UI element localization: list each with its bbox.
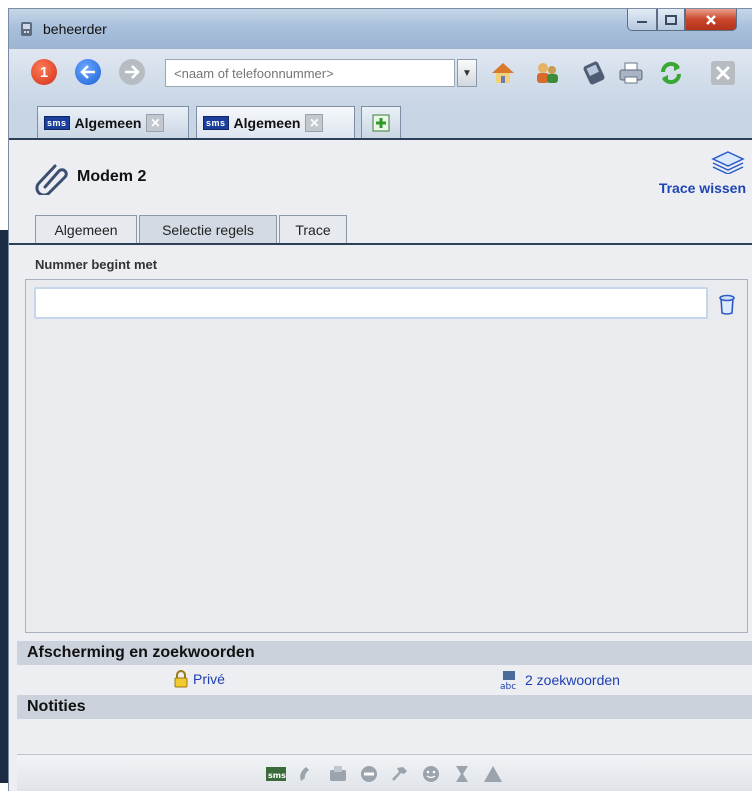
- new-tab-button[interactable]: [361, 106, 401, 138]
- window-title: beheerder: [43, 21, 107, 37]
- svg-text:sms: sms: [268, 771, 286, 780]
- sms-badge-icon: sms: [44, 115, 70, 130]
- close-tab-button[interactable]: [709, 59, 737, 87]
- call-icon[interactable]: [296, 763, 318, 785]
- notities-area[interactable]: [17, 727, 752, 754]
- doc-tab-label: Algemeen: [233, 114, 301, 131]
- alert-button[interactable]: 1: [31, 59, 57, 85]
- zoekwoorden-link[interactable]: abc 2 zoekwoorden: [499, 670, 620, 690]
- forward-button[interactable]: [119, 59, 145, 85]
- back-arrow-icon: [80, 65, 95, 79]
- print-icon: [619, 62, 643, 84]
- nummer-begint-met-label: Nummer begint met: [35, 257, 158, 272]
- doc-tab-algemeen-2[interactable]: sms Algemeen ✕: [196, 106, 355, 138]
- hourglass-icon[interactable]: [451, 763, 473, 785]
- tab-selectie-regels[interactable]: Selectie regels: [139, 215, 277, 244]
- tab-trace[interactable]: Trace: [279, 215, 347, 244]
- sms-badge-icon: sms: [203, 115, 229, 130]
- doc-tab-algemeen-1[interactable]: sms Algemeen ✕: [37, 106, 189, 138]
- doc-tab-label: Algemeen: [74, 114, 142, 131]
- alert-icon: 1: [39, 63, 49, 81]
- back-button[interactable]: [75, 59, 101, 85]
- keywords-icon: abc: [500, 671, 516, 690]
- warning-icon[interactable]: [482, 763, 504, 785]
- lock-icon: [174, 670, 188, 688]
- layers-icon: [711, 151, 745, 174]
- document-tab-bar: sms Algemeen ✕ sms Algemeen ✕: [9, 105, 752, 139]
- tab-close-icon[interactable]: ✕: [146, 113, 165, 132]
- refresh-button[interactable]: [657, 59, 685, 87]
- keywords-label: 2 zoekwoorden: [525, 672, 620, 688]
- add-tab-icon: [372, 114, 390, 131]
- phone-book-icon: [583, 61, 605, 85]
- toolbar: 1 ▼: [9, 49, 752, 107]
- print-button[interactable]: [617, 59, 645, 87]
- page-title: Modem 2: [77, 168, 147, 185]
- minus-icon[interactable]: [358, 763, 380, 785]
- fax-icon[interactable]: [327, 763, 349, 785]
- selection-rules-panel: [25, 279, 748, 633]
- chevron-down-icon: ▼: [462, 67, 472, 79]
- app-window: beheerder 1 ▼: [8, 8, 752, 791]
- minimize-button[interactable]: [627, 9, 657, 31]
- maximize-icon: [665, 14, 677, 25]
- forward-arrow-icon: [125, 65, 140, 79]
- afscherming-row: Privé abc 2 zoekwoorden: [17, 665, 752, 691]
- prive-label: Privé: [193, 671, 225, 687]
- delete-rule-button[interactable]: [716, 291, 738, 317]
- close-icon: [711, 61, 735, 85]
- face-icon[interactable]: [420, 763, 442, 785]
- tab-close-icon[interactable]: ✕: [305, 113, 324, 132]
- window-edge: [0, 230, 8, 783]
- search-field[interactable]: [165, 59, 455, 87]
- record-header: Modem 2 Trace wissen: [9, 141, 752, 217]
- inner-tab-separator: [9, 243, 752, 245]
- tab-separator: [9, 138, 752, 140]
- tab-algemeen[interactable]: Algemeen: [35, 215, 137, 244]
- app-icon: [19, 21, 35, 37]
- trash-icon: [719, 294, 735, 315]
- sms-icon[interactable]: sms: [265, 763, 287, 785]
- trace-wissen-label: Trace wissen: [658, 180, 746, 196]
- number-prefix-input[interactable]: [36, 289, 706, 317]
- svg-text:abc: abc: [500, 682, 516, 690]
- notities-heading: Notities: [17, 695, 752, 719]
- search-dropdown-button[interactable]: ▼: [457, 59, 477, 87]
- inner-tab-bar: Algemeen Selectie regels Trace: [9, 215, 752, 244]
- afscherming-heading: Afscherming en zoekwoorden: [17, 641, 752, 665]
- users-button[interactable]: [533, 59, 561, 87]
- settings-icon[interactable]: [389, 763, 411, 785]
- minimize-icon: [637, 20, 647, 23]
- prive-link[interactable]: Privé: [173, 670, 225, 688]
- window-close-button[interactable]: [685, 9, 737, 31]
- search-input[interactable]: [166, 60, 454, 86]
- phone-book-button[interactable]: [581, 59, 609, 87]
- trace-wissen-button[interactable]: Trace wissen: [636, 150, 746, 196]
- users-icon: [537, 63, 558, 83]
- maximize-button[interactable]: [657, 9, 685, 31]
- home-button[interactable]: [489, 59, 517, 87]
- close-x-icon: [706, 14, 716, 25]
- paperclip-icon: [35, 161, 69, 198]
- refresh-icon: [660, 61, 682, 85]
- status-bar: sms: [17, 754, 752, 791]
- home-icon: [492, 63, 514, 83]
- title-bar: beheerder: [9, 9, 752, 49]
- number-prefix-field[interactable]: [34, 287, 708, 319]
